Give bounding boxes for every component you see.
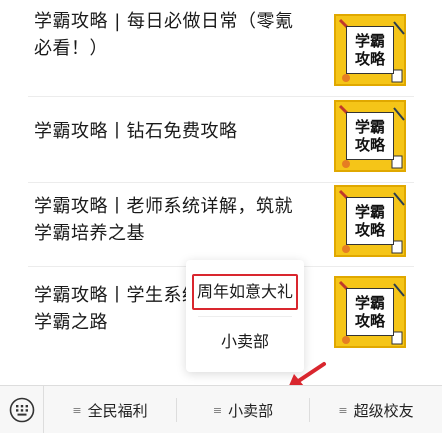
submenu-popup: 周年如意大礼 小卖部 [186,260,304,372]
submenu-item-anniversary-gift[interactable]: 周年如意大礼 [192,274,298,310]
tab-welfare[interactable]: ≡ 全民福利 [44,386,176,433]
thumb-label: 学霸 攻略 [346,197,394,245]
bottom-menu-bar: ≡ 全民福利 ≡ 小卖部 ≡ 超级校友 [0,385,442,433]
tab-label: 小卖部 [228,401,274,420]
article-item[interactable]: 学霸攻略丨钻石免费攻略 学霸 攻略 [0,96,442,184]
article-title: 学霸攻略丨钻石免费攻略 [34,121,238,142]
thumb-label: 学霸 攻略 [346,112,394,160]
article-thumbnail[interactable]: 学霸 攻略 [334,185,406,257]
article-thumbnail[interactable]: 学霸 攻略 [334,14,406,86]
submenu-item-shop[interactable]: 小卖部 [186,324,304,360]
menu-icon: ≡ [338,403,348,417]
article-thumbnail[interactable]: 学霸 攻略 [334,276,406,348]
article-title: 学霸攻略丨老师系统详解，筑就学霸培养之基 [34,196,293,244]
article-item[interactable]: 学霸攻略 | 每日必做日常（零氪必看！） 学霸 攻略 [0,8,442,96]
menu-icon: ≡ [212,403,223,417]
menu-icon: ≡ [72,403,82,417]
divider [28,182,414,183]
tab-alumni[interactable]: ≡ 超级校友 [310,386,442,433]
thumb-label: 学霸 攻略 [346,288,394,336]
keyboard-toggle-button[interactable] [0,386,44,433]
thumb-label: 学霸 攻略 [346,26,394,74]
keyboard-icon [9,397,34,423]
divider [198,316,292,317]
tab-label: 全民福利 [87,401,148,420]
tab-label: 超级校友 [353,401,414,420]
article-title: 学霸攻略 | 每日必做日常（零氪必看！） [34,11,294,59]
article-thumbnail[interactable]: 学霸 攻略 [334,100,406,172]
tab-shop[interactable]: ≡ 小卖部 [177,386,309,433]
